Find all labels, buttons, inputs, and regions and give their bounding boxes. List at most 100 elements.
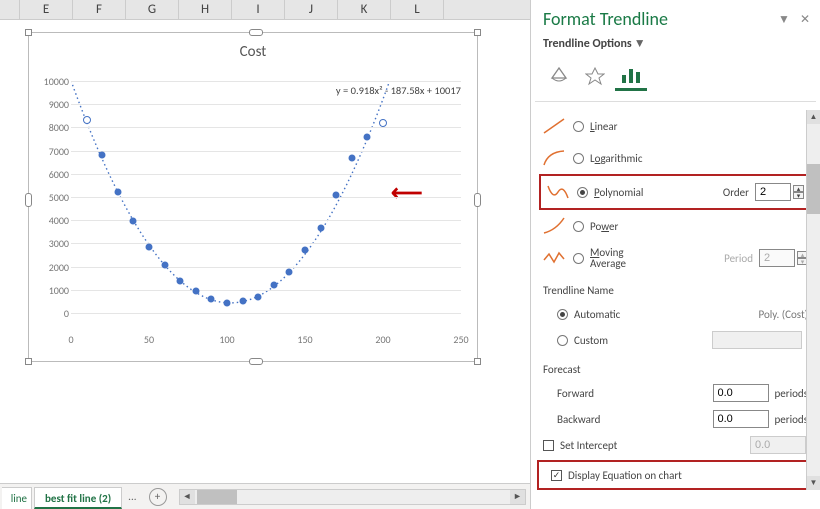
col-head[interactable]: L xyxy=(391,0,444,19)
column-headers: E F G H I J K L xyxy=(0,0,530,20)
data-point[interactable] xyxy=(99,152,106,159)
name-custom[interactable]: Custom xyxy=(531,327,820,353)
col-head[interactable]: G xyxy=(126,0,179,19)
name-automatic[interactable]: Automatic Poly. (Cost) xyxy=(531,301,820,327)
plot-area[interactable]: 0100020003000400050006000700080009000100… xyxy=(71,81,461,313)
data-point[interactable] xyxy=(255,293,262,300)
sheet-tab-strip: line best fit line (2) ... + ◄ ► xyxy=(0,483,530,509)
fill-line-icon[interactable] xyxy=(543,61,575,91)
equation-label[interactable]: y = 0.918x² - 187.58x + 10017 xyxy=(336,84,461,97)
close-icon[interactable]: ✕ xyxy=(800,12,810,27)
data-point[interactable] xyxy=(146,243,153,250)
data-point[interactable] xyxy=(83,116,91,124)
data-point[interactable] xyxy=(333,191,340,198)
col-head[interactable]: F xyxy=(73,0,126,19)
data-point[interactable] xyxy=(192,287,199,294)
resize-handle[interactable] xyxy=(249,29,263,36)
radio-custom[interactable] xyxy=(557,335,568,346)
data-point[interactable] xyxy=(177,277,184,284)
opt-power[interactable]: Power xyxy=(539,210,814,242)
spin-down-icon[interactable]: ▾ xyxy=(793,192,804,199)
data-point[interactable] xyxy=(302,247,309,254)
checkbox-display-eq[interactable]: ✓ xyxy=(551,470,562,481)
grid-area[interactable]: Cost 01000200030004000500060007000800090… xyxy=(0,20,530,460)
sheet-tabs-more[interactable]: ... xyxy=(122,486,142,507)
hscroll[interactable]: ◄ ► xyxy=(179,489,526,505)
panel-scrollbar[interactable]: ▲ ▼ xyxy=(806,110,820,490)
col-head[interactable]: E xyxy=(20,0,73,19)
auto-name-value: Poly. (Cost) xyxy=(758,308,808,321)
data-point[interactable] xyxy=(364,133,371,140)
radio-auto[interactable] xyxy=(557,309,568,320)
display-equation-row[interactable]: ✓ Display Equation on chart xyxy=(539,462,812,488)
data-point[interactable] xyxy=(317,225,324,232)
y-axis: 0100020003000400050006000700080009000100… xyxy=(31,81,69,313)
order-spinner[interactable]: ▴▾ xyxy=(793,185,804,199)
power-icon xyxy=(541,214,567,238)
trendline-options-icon[interactable] xyxy=(615,61,647,91)
resize-handle[interactable] xyxy=(249,358,263,365)
resize-handle[interactable] xyxy=(474,29,481,36)
panel-header: Format Trendline ▼ ✕ xyxy=(531,0,820,34)
panel-mode-icons xyxy=(531,59,820,101)
radio-linear[interactable] xyxy=(573,121,584,132)
data-point[interactable] xyxy=(208,296,215,303)
data-point[interactable] xyxy=(348,154,355,161)
data-point[interactable] xyxy=(224,299,231,306)
checkbox-intercept[interactable] xyxy=(543,440,554,451)
scroll-up-icon[interactable]: ▲ xyxy=(807,110,820,124)
scroll-down-icon[interactable]: ▼ xyxy=(807,476,820,490)
backward-input[interactable] xyxy=(713,410,769,428)
data-point[interactable] xyxy=(161,262,168,269)
radio-poly[interactable] xyxy=(577,187,588,198)
data-point[interactable] xyxy=(239,298,246,305)
opt-polynomial[interactable]: Polynomial Order ▴▾ xyxy=(543,176,810,208)
worksheet-area: E F G H I J K L Cost 0100020003000400050… xyxy=(0,0,530,509)
new-sheet-button[interactable]: + xyxy=(149,488,167,506)
mavg-icon xyxy=(541,246,567,270)
period-input xyxy=(759,249,795,267)
poly-icon xyxy=(545,180,571,204)
order-input[interactable] xyxy=(755,183,791,201)
opt-mavg[interactable]: MovingAverage Period ▴▾ xyxy=(539,242,814,274)
radio-log[interactable] xyxy=(573,153,584,164)
log-icon xyxy=(541,146,567,170)
hscroll-right[interactable]: ► xyxy=(510,490,525,504)
data-point[interactable] xyxy=(286,269,293,276)
col-head[interactable]: H xyxy=(179,0,232,19)
resize-handle[interactable] xyxy=(474,193,481,207)
data-point[interactable] xyxy=(379,119,387,127)
col-head[interactable]: I xyxy=(232,0,285,19)
hscroll-thumb[interactable] xyxy=(197,490,237,504)
forward-input[interactable] xyxy=(713,384,769,402)
radio-mavg[interactable] xyxy=(573,253,584,264)
sheet-tab-active[interactable]: best fit line (2) xyxy=(34,487,122,509)
panel-title: Format Trendline xyxy=(543,8,668,30)
chart-object[interactable]: Cost 01000200030004000500060007000800090… xyxy=(28,32,478,362)
scroll-thumb[interactable] xyxy=(807,164,820,214)
set-intercept-row[interactable]: Set Intercept xyxy=(531,432,820,458)
arrow-annotation: ⟵ xyxy=(391,179,423,206)
trendline-name-section: Trendline Name xyxy=(531,274,820,301)
resize-handle[interactable] xyxy=(474,358,481,365)
chart-title[interactable]: Cost xyxy=(29,33,477,65)
data-point[interactable] xyxy=(270,282,277,289)
panel-subtitle[interactable]: Trendline Options▼ xyxy=(531,34,820,59)
data-point[interactable] xyxy=(114,189,121,196)
effects-icon[interactable] xyxy=(579,61,611,91)
hscroll-left[interactable]: ◄ xyxy=(180,490,195,504)
opt-linear[interactable]: Linear xyxy=(539,110,814,142)
resize-handle[interactable] xyxy=(25,358,32,365)
data-point[interactable] xyxy=(130,218,137,225)
col-head[interactable]: J xyxy=(285,0,338,19)
forecast-section: Forecast xyxy=(531,353,820,380)
sheet-tab[interactable]: line xyxy=(2,487,32,509)
resize-handle[interactable] xyxy=(25,29,32,36)
opt-logarithmic[interactable]: Logarithmic xyxy=(539,142,814,174)
panel-dropdown-icon[interactable]: ▼ xyxy=(778,12,790,27)
custom-name-input[interactable] xyxy=(712,331,802,349)
linear-icon xyxy=(541,114,567,138)
forecast-forward: Forward periods xyxy=(531,380,820,406)
radio-power[interactable] xyxy=(573,221,584,232)
col-head[interactable]: K xyxy=(338,0,391,19)
